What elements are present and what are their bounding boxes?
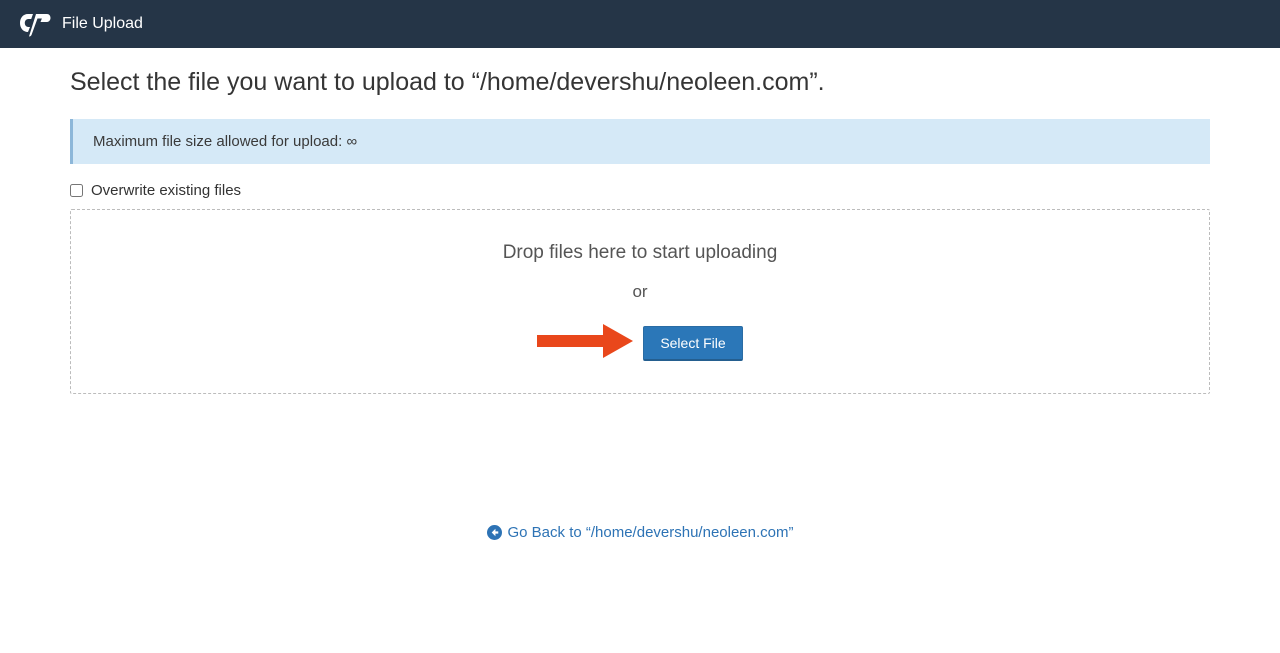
select-file-button[interactable]: Select File [643, 326, 742, 361]
go-back-label: Go Back to “/home/devershu/neoleen.com” [508, 524, 794, 541]
select-row: Select File [537, 322, 742, 365]
cpanel-logo-icon [18, 10, 52, 38]
app-header: File Upload [0, 0, 1280, 48]
main-content: Select the file you want to upload to “/… [0, 48, 1280, 545]
arrow-left-circle-icon [487, 525, 502, 540]
overwrite-label[interactable]: Overwrite existing files [91, 182, 241, 199]
annotation-arrow-icon [537, 322, 633, 365]
overwrite-row: Overwrite existing files [70, 182, 1210, 199]
overwrite-checkbox[interactable] [70, 184, 83, 197]
go-back-link[interactable]: Go Back to “/home/devershu/neoleen.com” [487, 524, 794, 541]
info-banner: Maximum file size allowed for upload: ∞ [70, 119, 1210, 164]
dropzone-text: Drop files here to start uploading [91, 242, 1189, 264]
page-heading: Select the file you want to upload to “/… [70, 68, 1210, 97]
header-title: File Upload [62, 15, 143, 33]
file-dropzone[interactable]: Drop files here to start uploading or Se… [70, 209, 1210, 394]
go-back-row: Go Back to “/home/devershu/neoleen.com” [70, 524, 1210, 545]
or-text: or [91, 282, 1189, 302]
